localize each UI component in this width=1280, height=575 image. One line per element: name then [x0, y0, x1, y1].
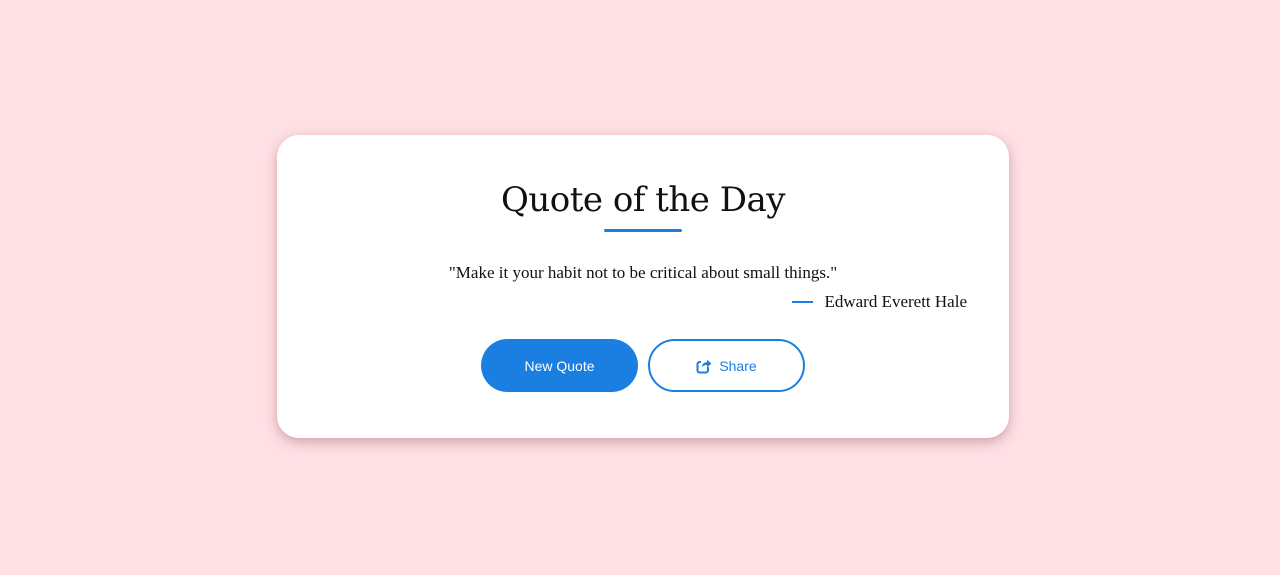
title-underline [604, 229, 682, 232]
quote-author: Edward Everett Hale [792, 291, 967, 313]
author-dash [792, 301, 814, 303]
author-name: Edward Everett Hale [824, 292, 967, 311]
new-quote-label: New Quote [524, 357, 595, 374]
share-square-icon [696, 358, 713, 374]
quote-card: Quote of the Day "Make it your habit not… [277, 135, 1009, 438]
share-label: Share [719, 357, 757, 374]
page-title: Quote of the Day [501, 180, 785, 220]
new-quote-button[interactable]: New Quote [481, 339, 638, 392]
share-button[interactable]: Share [648, 339, 805, 392]
quote-text: "Make it your habit not to be critical a… [448, 263, 838, 282]
